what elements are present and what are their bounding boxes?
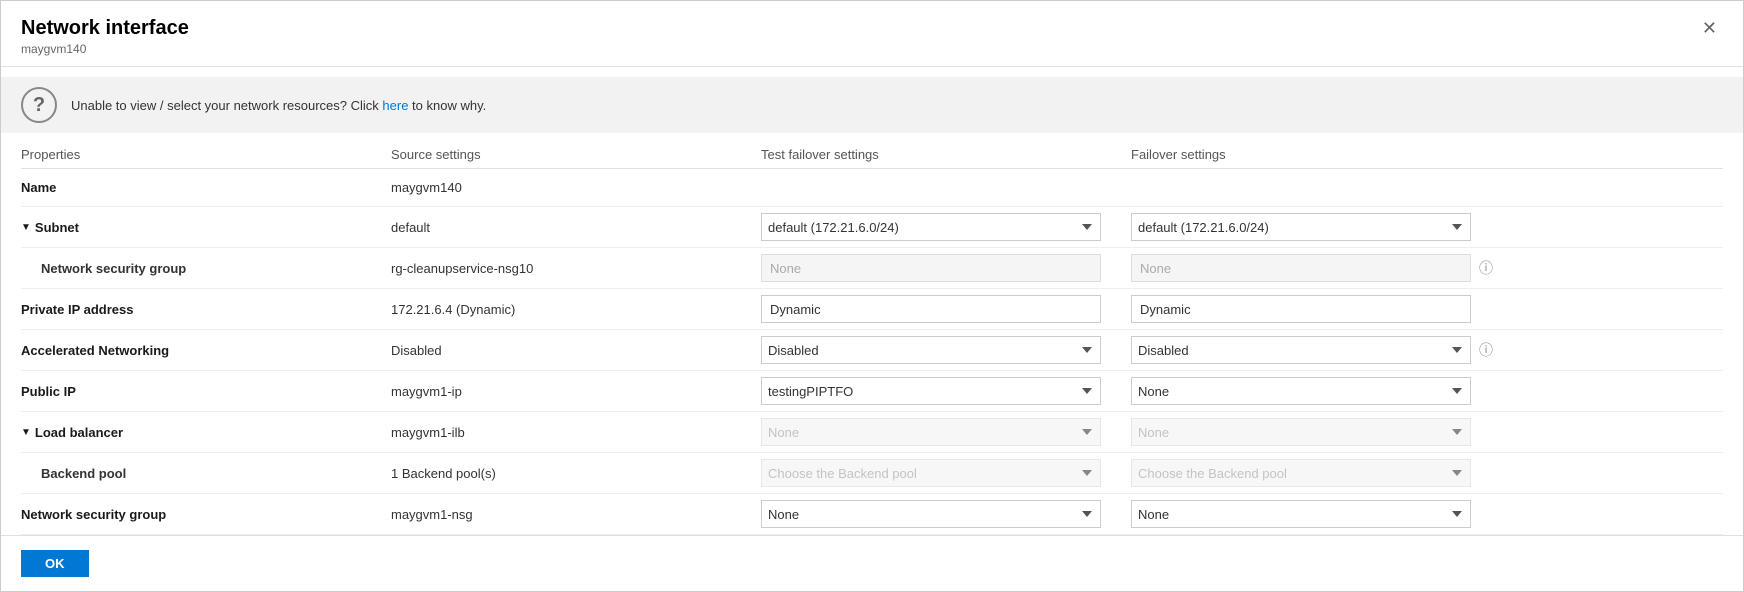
source-accel: Disabled	[391, 341, 761, 360]
test-private-ip-input[interactable]	[761, 295, 1101, 323]
failover-nsg-input	[1131, 254, 1471, 282]
ok-button[interactable]: OK	[21, 550, 89, 577]
triangle-lb: ▼	[21, 427, 31, 438]
test-name	[761, 186, 1131, 190]
test-nsg-input	[761, 254, 1101, 282]
failover-subnet: default (172.21.6.0/24)	[1131, 211, 1723, 243]
source-private-ip: 172.21.6.4 (Dynamic)	[391, 300, 761, 319]
failover-subnet-select[interactable]: default (172.21.6.0/24)	[1131, 213, 1471, 241]
failover-private-ip-input[interactable]	[1131, 295, 1471, 323]
dialog-header: Network interface maygvm140 ✕	[1, 1, 1743, 67]
source-nsg2: maygvm1-nsg	[391, 505, 761, 524]
failover-backend-pool-select[interactable]: Choose the Backend pool	[1131, 459, 1471, 487]
row-accel: Accelerated Networking Disabled Disabled…	[21, 330, 1723, 371]
test-load-balancer: None	[761, 416, 1131, 448]
network-interface-dialog: Network interface maygvm140 ✕ ? Unable t…	[0, 0, 1744, 592]
triangle-subnet: ▼	[21, 222, 31, 233]
prop-backend-pool: Backend pool	[21, 464, 391, 483]
row-private-ip: Private IP address 172.21.6.4 (Dynamic)	[21, 289, 1723, 330]
failover-public-ip-select[interactable]: None testingPIPTFO	[1131, 377, 1471, 405]
test-backend-pool-select[interactable]: Choose the Backend pool	[761, 459, 1101, 487]
failover-accel: Disabled Enabled ⓘ	[1131, 334, 1723, 366]
info-text: Unable to view / select your network res…	[71, 98, 486, 113]
properties-table: Properties Source settings Test failover…	[21, 137, 1723, 535]
column-headers: Properties Source settings Test failover…	[21, 137, 1723, 169]
prop-subnet: ▼Subnet	[21, 218, 391, 237]
test-accel: Disabled Enabled	[761, 334, 1131, 366]
row-nsg: Network security group rg-cleanupservice…	[21, 248, 1723, 289]
dialog-title: Network interface	[21, 17, 189, 40]
failover-load-balancer: None	[1131, 416, 1723, 448]
prop-private-ip: Private IP address	[21, 300, 391, 319]
test-backend-pool: Choose the Backend pool	[761, 457, 1131, 489]
prop-public-ip: Public IP	[21, 382, 391, 401]
test-nsg	[761, 252, 1131, 284]
banner-link[interactable]: here	[382, 98, 408, 113]
close-button[interactable]: ✕	[1696, 17, 1723, 39]
nsg-info-icon[interactable]: ⓘ	[1479, 258, 1493, 278]
test-public-ip: testingPIPTFO None	[761, 375, 1131, 407]
test-subnet-select[interactable]: default (172.21.6.0/24)	[761, 213, 1101, 241]
source-nsg: rg-cleanupservice-nsg10	[391, 259, 761, 278]
failover-nsg2: None	[1131, 498, 1723, 530]
col-properties: Properties	[21, 147, 391, 162]
test-accel-select[interactable]: Disabled Enabled	[761, 336, 1101, 364]
prop-nsg: Network security group	[21, 259, 391, 278]
dialog-subtitle: maygvm140	[21, 42, 189, 56]
row-backend-pool: Backend pool 1 Backend pool(s) Choose th…	[21, 453, 1723, 494]
row-name: Name maygvm140	[21, 169, 1723, 207]
failover-nsg: ⓘ	[1131, 252, 1723, 284]
test-nsg2: None	[761, 498, 1131, 530]
question-icon: ?	[21, 87, 57, 123]
row-load-balancer: ▼Load balancer maygvm1-ilb None None	[21, 412, 1723, 453]
dialog-footer: OK	[1, 535, 1743, 591]
banner-text-after: to know why.	[408, 98, 486, 113]
info-banner: ? Unable to view / select your network r…	[1, 77, 1743, 133]
test-lb-select[interactable]: None	[761, 418, 1101, 446]
main-content: Properties Source settings Test failover…	[1, 137, 1743, 535]
title-block: Network interface maygvm140	[21, 17, 189, 56]
prop-accel: Accelerated Networking	[21, 341, 391, 360]
col-failover: Failover settings	[1131, 147, 1723, 162]
prop-name: Name	[21, 178, 391, 197]
row-subnet: ▼Subnet default default (172.21.6.0/24) …	[21, 207, 1723, 248]
failover-nsg2-select[interactable]: None	[1131, 500, 1471, 528]
test-private-ip	[761, 293, 1131, 325]
col-source: Source settings	[391, 147, 761, 162]
failover-private-ip	[1131, 293, 1723, 325]
source-subnet: default	[391, 218, 761, 237]
prop-load-balancer: ▼Load balancer	[21, 423, 391, 442]
row-nsg2: Network security group maygvm1-nsg None …	[21, 494, 1723, 535]
test-nsg2-select[interactable]: None	[761, 500, 1101, 528]
failover-public-ip: None testingPIPTFO	[1131, 375, 1723, 407]
test-public-ip-select[interactable]: testingPIPTFO None	[761, 377, 1101, 405]
failover-name	[1131, 186, 1723, 190]
accel-info-icon[interactable]: ⓘ	[1479, 340, 1493, 360]
row-public-ip: Public IP maygvm1-ip testingPIPTFO None …	[21, 371, 1723, 412]
prop-nsg2: Network security group	[21, 505, 391, 524]
failover-accel-select[interactable]: Disabled Enabled	[1131, 336, 1471, 364]
failover-lb-select[interactable]: None	[1131, 418, 1471, 446]
source-name: maygvm140	[391, 178, 761, 197]
source-backend-pool: 1 Backend pool(s)	[391, 464, 761, 483]
failover-backend-pool: Choose the Backend pool	[1131, 457, 1723, 489]
banner-text-before: Unable to view / select your network res…	[71, 98, 382, 113]
col-test-failover: Test failover settings	[761, 147, 1131, 162]
source-public-ip: maygvm1-ip	[391, 382, 761, 401]
source-load-balancer: maygvm1-ilb	[391, 423, 761, 442]
test-subnet: default (172.21.6.0/24)	[761, 211, 1131, 243]
